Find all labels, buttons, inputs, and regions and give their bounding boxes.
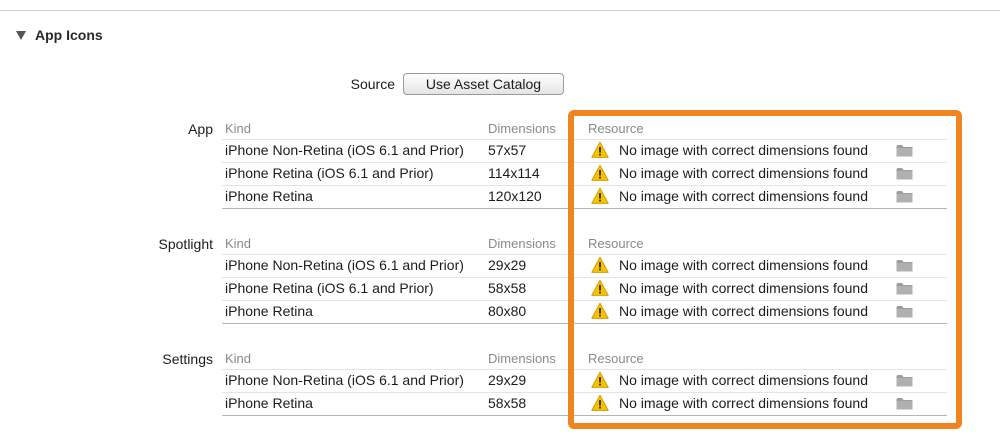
group-divider: [222, 323, 947, 324]
row-divider: [222, 392, 947, 393]
resource-cell: No image with correct dimensions found: [619, 142, 869, 158]
kind-cell: iPhone Retina (iOS 6.1 and Prior): [225, 165, 434, 181]
folder-icon[interactable]: [896, 397, 913, 410]
row-divider: [222, 185, 947, 186]
resource-cell: No image with correct dimensions found: [619, 395, 869, 411]
folder-icon[interactable]: [896, 259, 913, 272]
folder-icon[interactable]: [896, 167, 913, 180]
folder-icon[interactable]: [896, 144, 913, 157]
group-label: App: [188, 121, 213, 137]
section-title: App Icons: [35, 27, 103, 43]
top-divider: [0, 10, 1000, 11]
group-divider: [222, 415, 947, 416]
disclosure-triangle-icon[interactable]: [16, 31, 26, 40]
dimensions-cell: 57x57: [488, 142, 527, 158]
warning-icon: [591, 187, 609, 205]
group-label: Settings: [162, 351, 213, 367]
resource-cell: No image with correct dimensions found: [619, 257, 869, 273]
group-divider: [222, 208, 947, 209]
folder-icon[interactable]: [896, 190, 913, 203]
folder-icon[interactable]: [896, 282, 913, 295]
column-header-dimensions: Dimensions: [488, 351, 556, 366]
header-divider: [222, 369, 947, 370]
folder-icon[interactable]: [896, 374, 913, 387]
dimensions-cell: 114x114: [488, 165, 540, 181]
resource-cell: No image with correct dimensions found: [619, 188, 869, 204]
kind-cell: iPhone Retina: [225, 395, 313, 411]
warning-icon: [591, 371, 609, 389]
kind-cell: iPhone Non-Retina (iOS 6.1 and Prior): [225, 372, 464, 388]
column-header-resource: Resource: [588, 236, 644, 251]
dimensions-cell: 120x120: [488, 188, 542, 204]
dimensions-cell: 58x58: [488, 395, 527, 411]
header-divider: [222, 254, 947, 255]
resource-cell: No image with correct dimensions found: [619, 280, 869, 296]
source-label: Source: [350, 76, 395, 92]
kind-cell: iPhone Retina (iOS 6.1 and Prior): [225, 280, 434, 296]
warning-icon: [591, 394, 609, 412]
dimensions-cell: 29x29: [488, 257, 527, 273]
row-divider: [222, 277, 947, 278]
dimensions-cell: 29x29: [488, 372, 527, 388]
resource-cell: No image with correct dimensions found: [619, 165, 869, 181]
warning-icon: [591, 256, 609, 274]
column-header-dimensions: Dimensions: [488, 236, 556, 251]
use-asset-catalog-button[interactable]: Use Asset Catalog: [403, 73, 564, 95]
column-header-resource: Resource: [588, 351, 644, 366]
kind-cell: iPhone Retina: [225, 303, 313, 319]
header-divider: [222, 139, 947, 140]
column-header-kind: Kind: [225, 121, 252, 136]
folder-icon[interactable]: [896, 305, 913, 318]
section-header[interactable]: App Icons: [16, 27, 103, 43]
column-header-resource: Resource: [588, 121, 644, 136]
row-divider: [222, 300, 947, 301]
column-header-kind: Kind: [225, 351, 252, 366]
resource-cell: No image with correct dimensions found: [619, 303, 869, 319]
warning-icon: [591, 164, 609, 182]
column-header-dimensions: Dimensions: [488, 121, 556, 136]
column-header-kind: Kind: [225, 236, 252, 251]
warning-icon: [591, 279, 609, 297]
kind-cell: iPhone Non-Retina (iOS 6.1 and Prior): [225, 142, 464, 158]
dimensions-cell: 58x58: [488, 280, 527, 296]
kind-cell: iPhone Retina: [225, 188, 313, 204]
group-label: Spotlight: [158, 236, 213, 252]
dimensions-cell: 80x80: [488, 303, 527, 319]
kind-cell: iPhone Non-Retina (iOS 6.1 and Prior): [225, 257, 464, 273]
row-divider: [222, 162, 947, 163]
warning-icon: [591, 141, 609, 159]
resource-cell: No image with correct dimensions found: [619, 372, 869, 388]
warning-icon: [591, 302, 609, 320]
